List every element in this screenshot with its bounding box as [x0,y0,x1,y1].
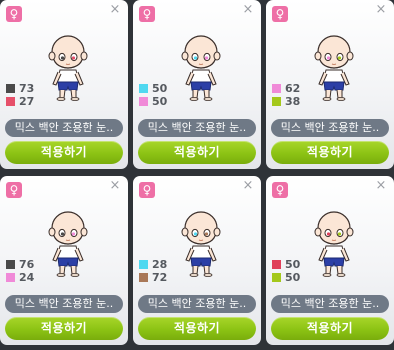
mix-color-row: 76 [6,258,34,271]
color-percent: 62 [285,82,301,95]
color-swatch [272,84,281,93]
color-percent: 73 [19,82,35,95]
close-icon[interactable]: × [375,3,387,16]
apply-button[interactable]: 적용하기 [138,141,256,164]
female-icon: ♀ [139,182,155,198]
color-swatch [139,273,148,282]
mix-lens-card: ♀ × 28 72 믹스 백안 조용한 눈.. 적용하기 [133,176,261,345]
close-icon[interactable]: × [242,179,254,192]
color-swatch [139,97,148,106]
apply-button[interactable]: 적용하기 [5,141,123,164]
item-name-label: 믹스 백안 조용한 눈.. [138,295,256,313]
color-swatch [6,260,15,269]
coupon-card-grid: ♀ × 73 27 믹스 백안 조용한 눈.. 적용하기 ♀ × 50 50 믹… [0,0,394,350]
mix-color-row: 72 [139,271,167,284]
color-percent: 50 [285,271,301,284]
mix-color-row: 27 [6,95,34,108]
mix-color-row: 50 [272,258,300,271]
color-swatch [272,273,281,282]
mix-color-row: 62 [272,82,300,95]
character-avatar [314,211,354,278]
mix-lens-card: ♀ × 73 27 믹스 백안 조용한 눈.. 적용하기 [0,0,128,169]
female-icon: ♀ [6,182,22,198]
apply-button[interactable]: 적용하기 [5,317,123,340]
mix-lens-card: ♀ × 50 50 믹스 백안 조용한 눈.. 적용하기 [266,176,394,345]
color-percent: 38 [285,95,301,108]
item-name-label: 믹스 백안 조용한 눈.. [271,119,389,137]
color-percent: 50 [152,95,168,108]
item-name-label: 믹스 백안 조용한 눈.. [138,119,256,137]
close-icon[interactable]: × [109,179,121,192]
female-icon: ♀ [6,6,22,22]
close-icon[interactable]: × [375,179,387,192]
color-swatch [6,273,15,282]
item-name-label: 믹스 백안 조용한 눈.. [5,295,123,313]
female-icon: ♀ [139,6,155,22]
color-percent: 27 [19,95,35,108]
female-icon: ♀ [272,182,288,198]
mix-lens-card: ♀ × 62 38 믹스 백안 조용한 눈.. 적용하기 [266,0,394,169]
mix-color-legend: 50 50 [139,82,167,108]
mix-color-legend: 28 72 [139,258,167,284]
color-percent: 24 [19,271,35,284]
color-swatch [139,84,148,93]
mix-color-row: 50 [139,95,167,108]
mix-lens-card: ♀ × 76 24 믹스 백안 조용한 눈.. 적용하기 [0,176,128,345]
mix-lens-card: ♀ × 50 50 믹스 백안 조용한 눈.. 적용하기 [133,0,261,169]
color-percent: 76 [19,258,35,271]
female-icon: ♀ [272,6,288,22]
color-swatch [272,260,281,269]
character-avatar [181,211,221,278]
item-name-label: 믹스 백안 조용한 눈.. [271,295,389,313]
mix-color-legend: 62 38 [272,82,300,108]
color-swatch [272,97,281,106]
item-name-label: 믹스 백안 조용한 눈.. [5,119,123,137]
character-avatar [48,211,88,278]
color-swatch [6,84,15,93]
mix-color-row: 50 [139,82,167,95]
mix-color-row: 38 [272,95,300,108]
color-percent: 50 [285,258,301,271]
mix-color-row: 50 [272,271,300,284]
color-percent: 72 [152,271,168,284]
color-swatch [6,97,15,106]
apply-button[interactable]: 적용하기 [271,141,389,164]
mix-color-legend: 76 24 [6,258,34,284]
character-avatar [314,35,354,102]
mix-color-row: 24 [6,271,34,284]
color-swatch [139,260,148,269]
character-avatar [181,35,221,102]
character-avatar [48,35,88,102]
color-percent: 28 [152,258,168,271]
mix-color-row: 73 [6,82,34,95]
apply-button[interactable]: 적용하기 [138,317,256,340]
apply-button[interactable]: 적용하기 [271,317,389,340]
mix-color-row: 28 [139,258,167,271]
close-icon[interactable]: × [242,3,254,16]
close-icon[interactable]: × [109,3,121,16]
mix-color-legend: 50 50 [272,258,300,284]
color-percent: 50 [152,82,168,95]
mix-color-legend: 73 27 [6,82,34,108]
